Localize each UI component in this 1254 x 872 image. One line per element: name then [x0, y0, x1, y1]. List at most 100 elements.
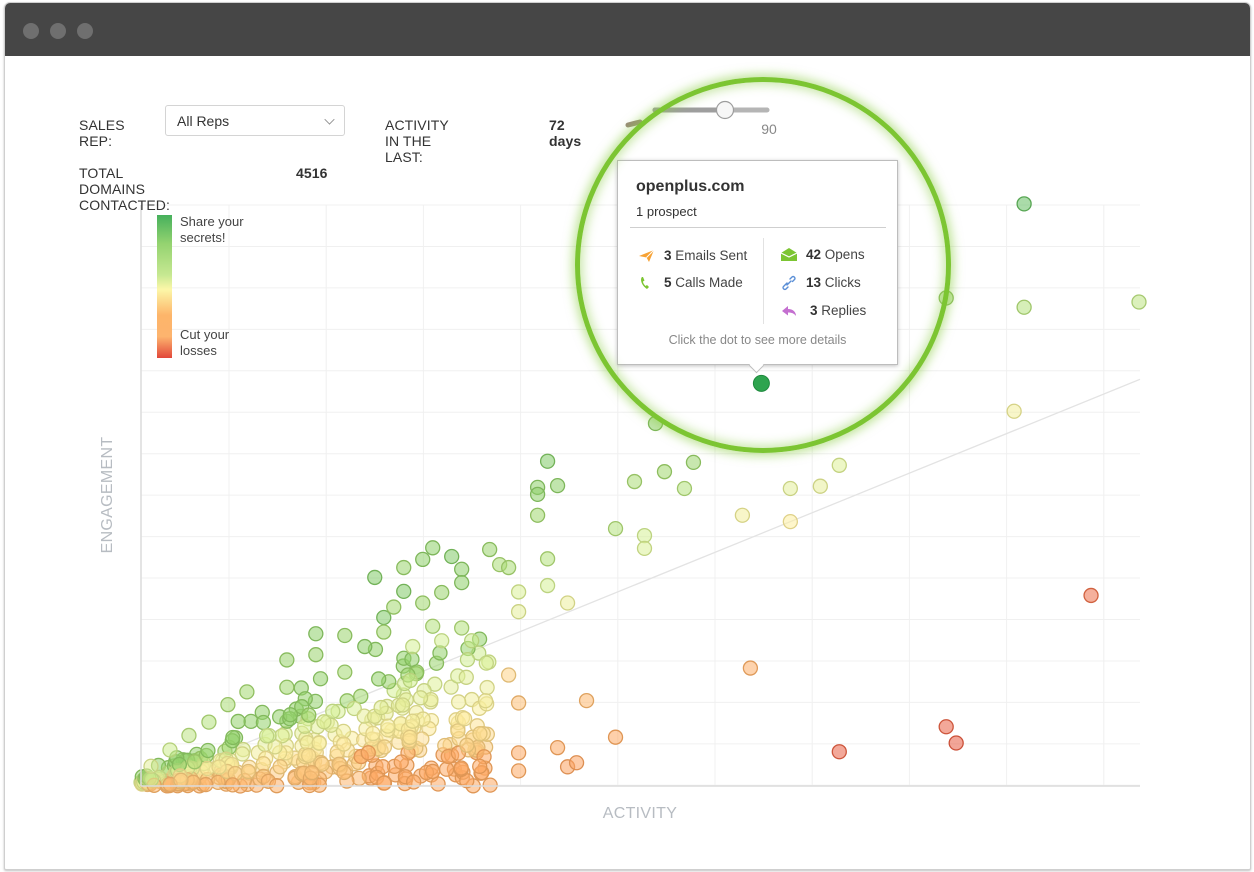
scatter-point[interactable] — [406, 774, 422, 790]
scatter-point[interactable] — [1016, 299, 1032, 315]
scatter-point[interactable] — [365, 725, 381, 742]
scatter-point[interactable] — [472, 726, 488, 742]
scatter-point[interactable] — [529, 507, 546, 523]
scatter-point[interactable] — [685, 454, 702, 471]
scatter-point[interactable] — [472, 758, 488, 775]
scatter-point[interactable] — [198, 776, 214, 793]
scatter-point[interactable] — [301, 747, 317, 764]
scatter-point[interactable] — [351, 770, 367, 786]
scatter-point[interactable] — [430, 776, 446, 792]
scatter-point[interactable] — [831, 457, 847, 473]
scatter-point[interactable] — [360, 745, 376, 761]
scatter-point[interactable] — [831, 744, 847, 760]
scatter-point[interactable] — [479, 679, 495, 696]
scatter-point[interactable] — [478, 655, 494, 671]
scatter-point[interactable] — [1016, 196, 1032, 212]
scatter-point[interactable] — [742, 660, 759, 676]
scatter-point[interactable] — [454, 561, 470, 577]
scatter-point[interactable] — [308, 626, 324, 642]
scatter-point[interactable] — [337, 627, 353, 644]
scatter-point[interactable] — [568, 755, 585, 771]
scatter-point[interactable] — [464, 633, 480, 649]
scatter-point[interactable] — [173, 772, 189, 788]
scatter-point[interactable] — [373, 699, 389, 716]
scatter-point[interactable] — [812, 478, 828, 494]
scatter-point[interactable] — [393, 754, 409, 770]
scatter-point[interactable] — [200, 742, 216, 759]
scatter-point[interactable] — [676, 480, 693, 497]
scatter-point[interactable] — [279, 679, 295, 695]
highlighted-scatter-point[interactable] — [752, 374, 770, 392]
scatter-point[interactable] — [396, 583, 412, 600]
scatter-point[interactable] — [415, 551, 431, 568]
scatter-point[interactable] — [185, 774, 201, 790]
scatter-point[interactable] — [239, 684, 255, 700]
scatter-point[interactable] — [454, 620, 470, 636]
scatter-point[interactable] — [434, 633, 450, 649]
scatter-point[interactable] — [948, 735, 964, 751]
scatter-point[interactable] — [559, 595, 576, 611]
scatter-point[interactable] — [376, 624, 392, 640]
scatter-point[interactable] — [656, 464, 673, 480]
scatter-point[interactable] — [186, 754, 203, 770]
scatter-point[interactable] — [500, 559, 517, 576]
scatter-point[interactable] — [938, 719, 954, 735]
scatter-point[interactable] — [402, 729, 418, 745]
scatter-point[interactable] — [181, 727, 197, 744]
scatter-point[interactable] — [938, 290, 954, 306]
scatter-point[interactable] — [424, 763, 441, 780]
scatter-point[interactable] — [450, 694, 467, 710]
scatter-point[interactable] — [312, 671, 329, 687]
scatter-point[interactable] — [386, 599, 402, 615]
scatter-point[interactable] — [255, 714, 272, 731]
scatter-point[interactable] — [607, 729, 624, 745]
scatter-point[interactable] — [482, 777, 498, 793]
scatter-point[interactable] — [162, 742, 178, 758]
sales-rep-select[interactable]: All Reps — [165, 105, 345, 136]
scatter-point[interactable] — [336, 764, 352, 781]
scatter-point[interactable] — [626, 473, 643, 490]
scatter-point[interactable] — [311, 735, 327, 751]
scatter-point[interactable] — [240, 763, 256, 780]
scatter-point[interactable] — [402, 672, 418, 689]
scatter-point[interactable] — [255, 756, 272, 772]
scatter-point[interactable] — [1006, 403, 1022, 419]
scatter-point[interactable] — [1083, 587, 1099, 604]
scatter-point[interactable] — [434, 584, 450, 601]
scatter-point[interactable] — [456, 711, 473, 727]
scatter-point[interactable] — [259, 728, 275, 744]
scatter-point[interactable] — [444, 548, 460, 565]
scatter-point[interactable] — [453, 760, 469, 776]
scatter-point[interactable] — [367, 569, 383, 586]
scatter-point[interactable] — [304, 765, 320, 781]
scatter-point[interactable] — [282, 707, 298, 723]
scatter-point[interactable] — [415, 595, 431, 611]
scatter-point[interactable] — [425, 618, 441, 634]
scatter-point[interactable] — [279, 652, 295, 668]
scatter-point[interactable] — [529, 486, 546, 502]
scatter-point[interactable] — [143, 758, 159, 774]
scatter-point[interactable] — [539, 551, 556, 567]
scatter-point[interactable] — [482, 541, 498, 558]
scatter-point[interactable] — [438, 761, 455, 777]
scatter-point[interactable] — [211, 759, 227, 775]
scatter-point[interactable] — [510, 745, 527, 761]
scatter-point[interactable] — [539, 577, 556, 594]
scatter-point[interactable] — [316, 714, 332, 730]
scatter-point[interactable] — [477, 693, 494, 709]
scatter-point[interactable] — [234, 746, 250, 762]
scatter-point[interactable] — [412, 690, 429, 706]
scatter-point[interactable] — [405, 638, 421, 655]
scatter-point[interactable] — [459, 651, 476, 668]
scatter-point[interactable] — [357, 638, 373, 655]
scatter-point[interactable] — [636, 540, 653, 557]
scatter-point[interactable] — [510, 584, 527, 600]
scatter-point[interactable] — [396, 559, 412, 576]
scatter-point[interactable] — [510, 763, 527, 779]
scatter-point[interactable] — [336, 736, 352, 752]
scatter-point[interactable] — [549, 740, 566, 756]
scatter-point[interactable] — [607, 520, 624, 537]
scatter-point[interactable] — [230, 713, 246, 730]
scatter-point[interactable] — [225, 729, 241, 746]
scatter-point[interactable] — [782, 513, 798, 530]
